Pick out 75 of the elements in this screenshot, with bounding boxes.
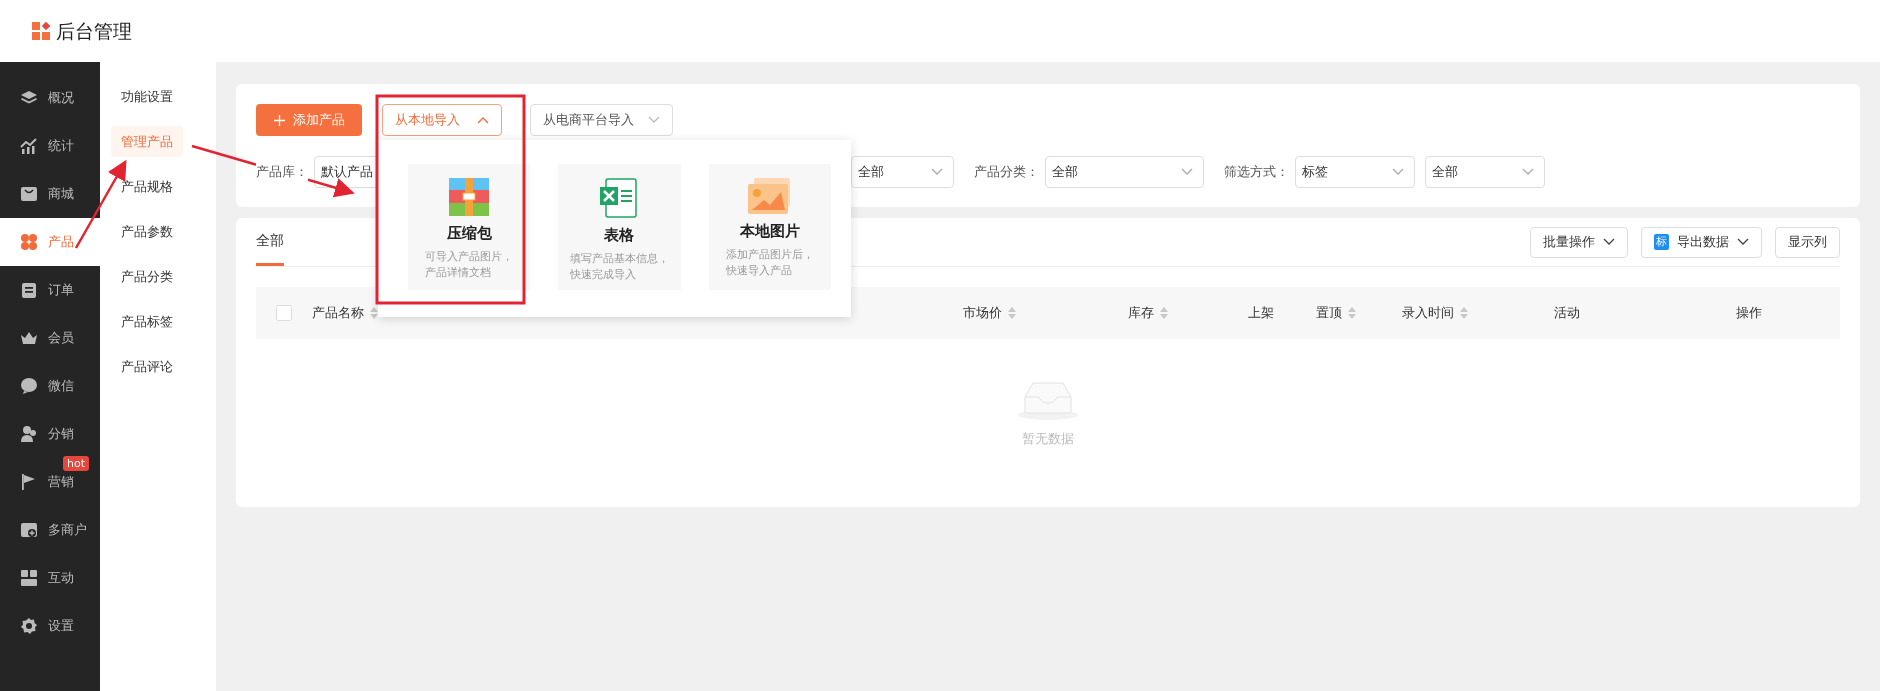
caret-icon	[1392, 168, 1404, 176]
nav-label: 订单	[48, 281, 74, 300]
blocks-icon	[20, 569, 38, 587]
toolbar-button[interactable]: 标 导出数据	[1641, 226, 1762, 258]
store-icon	[20, 521, 38, 539]
bag-icon	[20, 185, 38, 203]
grid-icon	[20, 233, 38, 251]
caret-icon	[648, 116, 660, 124]
column-header: 库存	[1128, 303, 1168, 323]
empty-inbox-icon	[1017, 381, 1079, 421]
nav-label: 统计	[48, 137, 74, 156]
chart-icon	[20, 137, 38, 155]
toolbar-button[interactable]: 显示列	[1775, 226, 1840, 258]
nav-label: 微信	[48, 377, 74, 396]
column-header: 上架	[1248, 304, 1274, 323]
option-title: 表格	[604, 225, 635, 246]
nav-label: 营销	[48, 473, 74, 492]
clipboard-icon	[20, 281, 38, 299]
sort-icon[interactable]	[1008, 307, 1016, 319]
subnav-item[interactable]: 产品评论	[111, 350, 183, 383]
gear-icon	[20, 617, 38, 635]
import-option-card[interactable]: 本地图片 添加产品图片后， 快速导入产品	[708, 164, 831, 290]
subnav-item[interactable]: 产品规格	[111, 170, 183, 203]
caret-icon	[1181, 168, 1193, 176]
subnav-item[interactable]: 产品分类	[111, 260, 183, 293]
sort-icon[interactable]	[1160, 307, 1168, 319]
column-header: 操作	[1736, 304, 1762, 323]
nav-label: 互动	[48, 569, 74, 588]
import-option-card[interactable]: 表格 填写产品基本信息， 快速完成导入	[558, 164, 681, 290]
column-header: 录入时间	[1402, 303, 1468, 323]
chat-icon	[20, 377, 38, 395]
nav-label: 多商户	[48, 521, 87, 540]
import-option-card[interactable]: 压缩包 可导入产品图片， 产品详情文档	[408, 164, 531, 290]
select-all-checkbox[interactable]	[276, 305, 292, 321]
nav-label: 概况	[48, 89, 74, 108]
column-header: 产品名称	[312, 303, 378, 323]
column-header: 市场价	[963, 303, 1016, 323]
caret-icon	[931, 168, 943, 176]
select-field[interactable]: 全部	[851, 156, 954, 188]
column-header: 置顶	[1316, 303, 1356, 323]
option-title: 本地图片	[739, 221, 800, 242]
tab[interactable]: 全部	[256, 220, 284, 266]
nav-label: 设置	[48, 617, 74, 636]
nav-label: 产品	[48, 233, 74, 252]
caret-icon	[1522, 168, 1534, 176]
image-icon	[747, 178, 792, 214]
archive-icon	[449, 178, 490, 216]
toolbar-button[interactable]: 批量操作	[1530, 226, 1628, 258]
subnav-item[interactable]: 产品标签	[111, 305, 183, 338]
select-field[interactable]: 全部	[1045, 156, 1204, 188]
sort-icon[interactable]	[1348, 307, 1356, 319]
select-field[interactable]: 全部	[1425, 156, 1545, 188]
column-header: 活动	[1554, 304, 1580, 323]
logo-icon	[32, 22, 50, 40]
hot-badge: hot	[63, 456, 89, 471]
sort-icon[interactable]	[1460, 307, 1468, 319]
option-description: 添加产品图片后， 快速导入产品	[725, 246, 814, 279]
subnav-item[interactable]: 产品参数	[111, 215, 183, 248]
nav-label: 商城	[48, 185, 74, 204]
option-description: 可导入产品图片， 产品详情文档	[425, 248, 514, 281]
nav-label: 会员	[48, 329, 74, 348]
subnav-item[interactable]: 功能设置	[111, 80, 183, 113]
spreadsheet-icon	[600, 178, 639, 218]
empty-text: 暂无数据	[1022, 430, 1074, 448]
app-title: 后台管理	[56, 18, 132, 44]
caret-icon	[477, 116, 489, 124]
import-dropdown-button[interactable]: 从电商平台导入	[530, 104, 673, 136]
plus-icon	[273, 114, 285, 126]
users-icon	[20, 425, 38, 443]
tag-icon: 标	[1654, 234, 1669, 250]
select-field[interactable]: 标签	[1295, 156, 1415, 188]
nav-label: 分销	[48, 425, 74, 444]
option-description: 填写产品基本信息， 快速完成导入	[570, 250, 669, 283]
filter-label: 产品库：	[256, 162, 308, 182]
option-title: 压缩包	[446, 223, 492, 244]
